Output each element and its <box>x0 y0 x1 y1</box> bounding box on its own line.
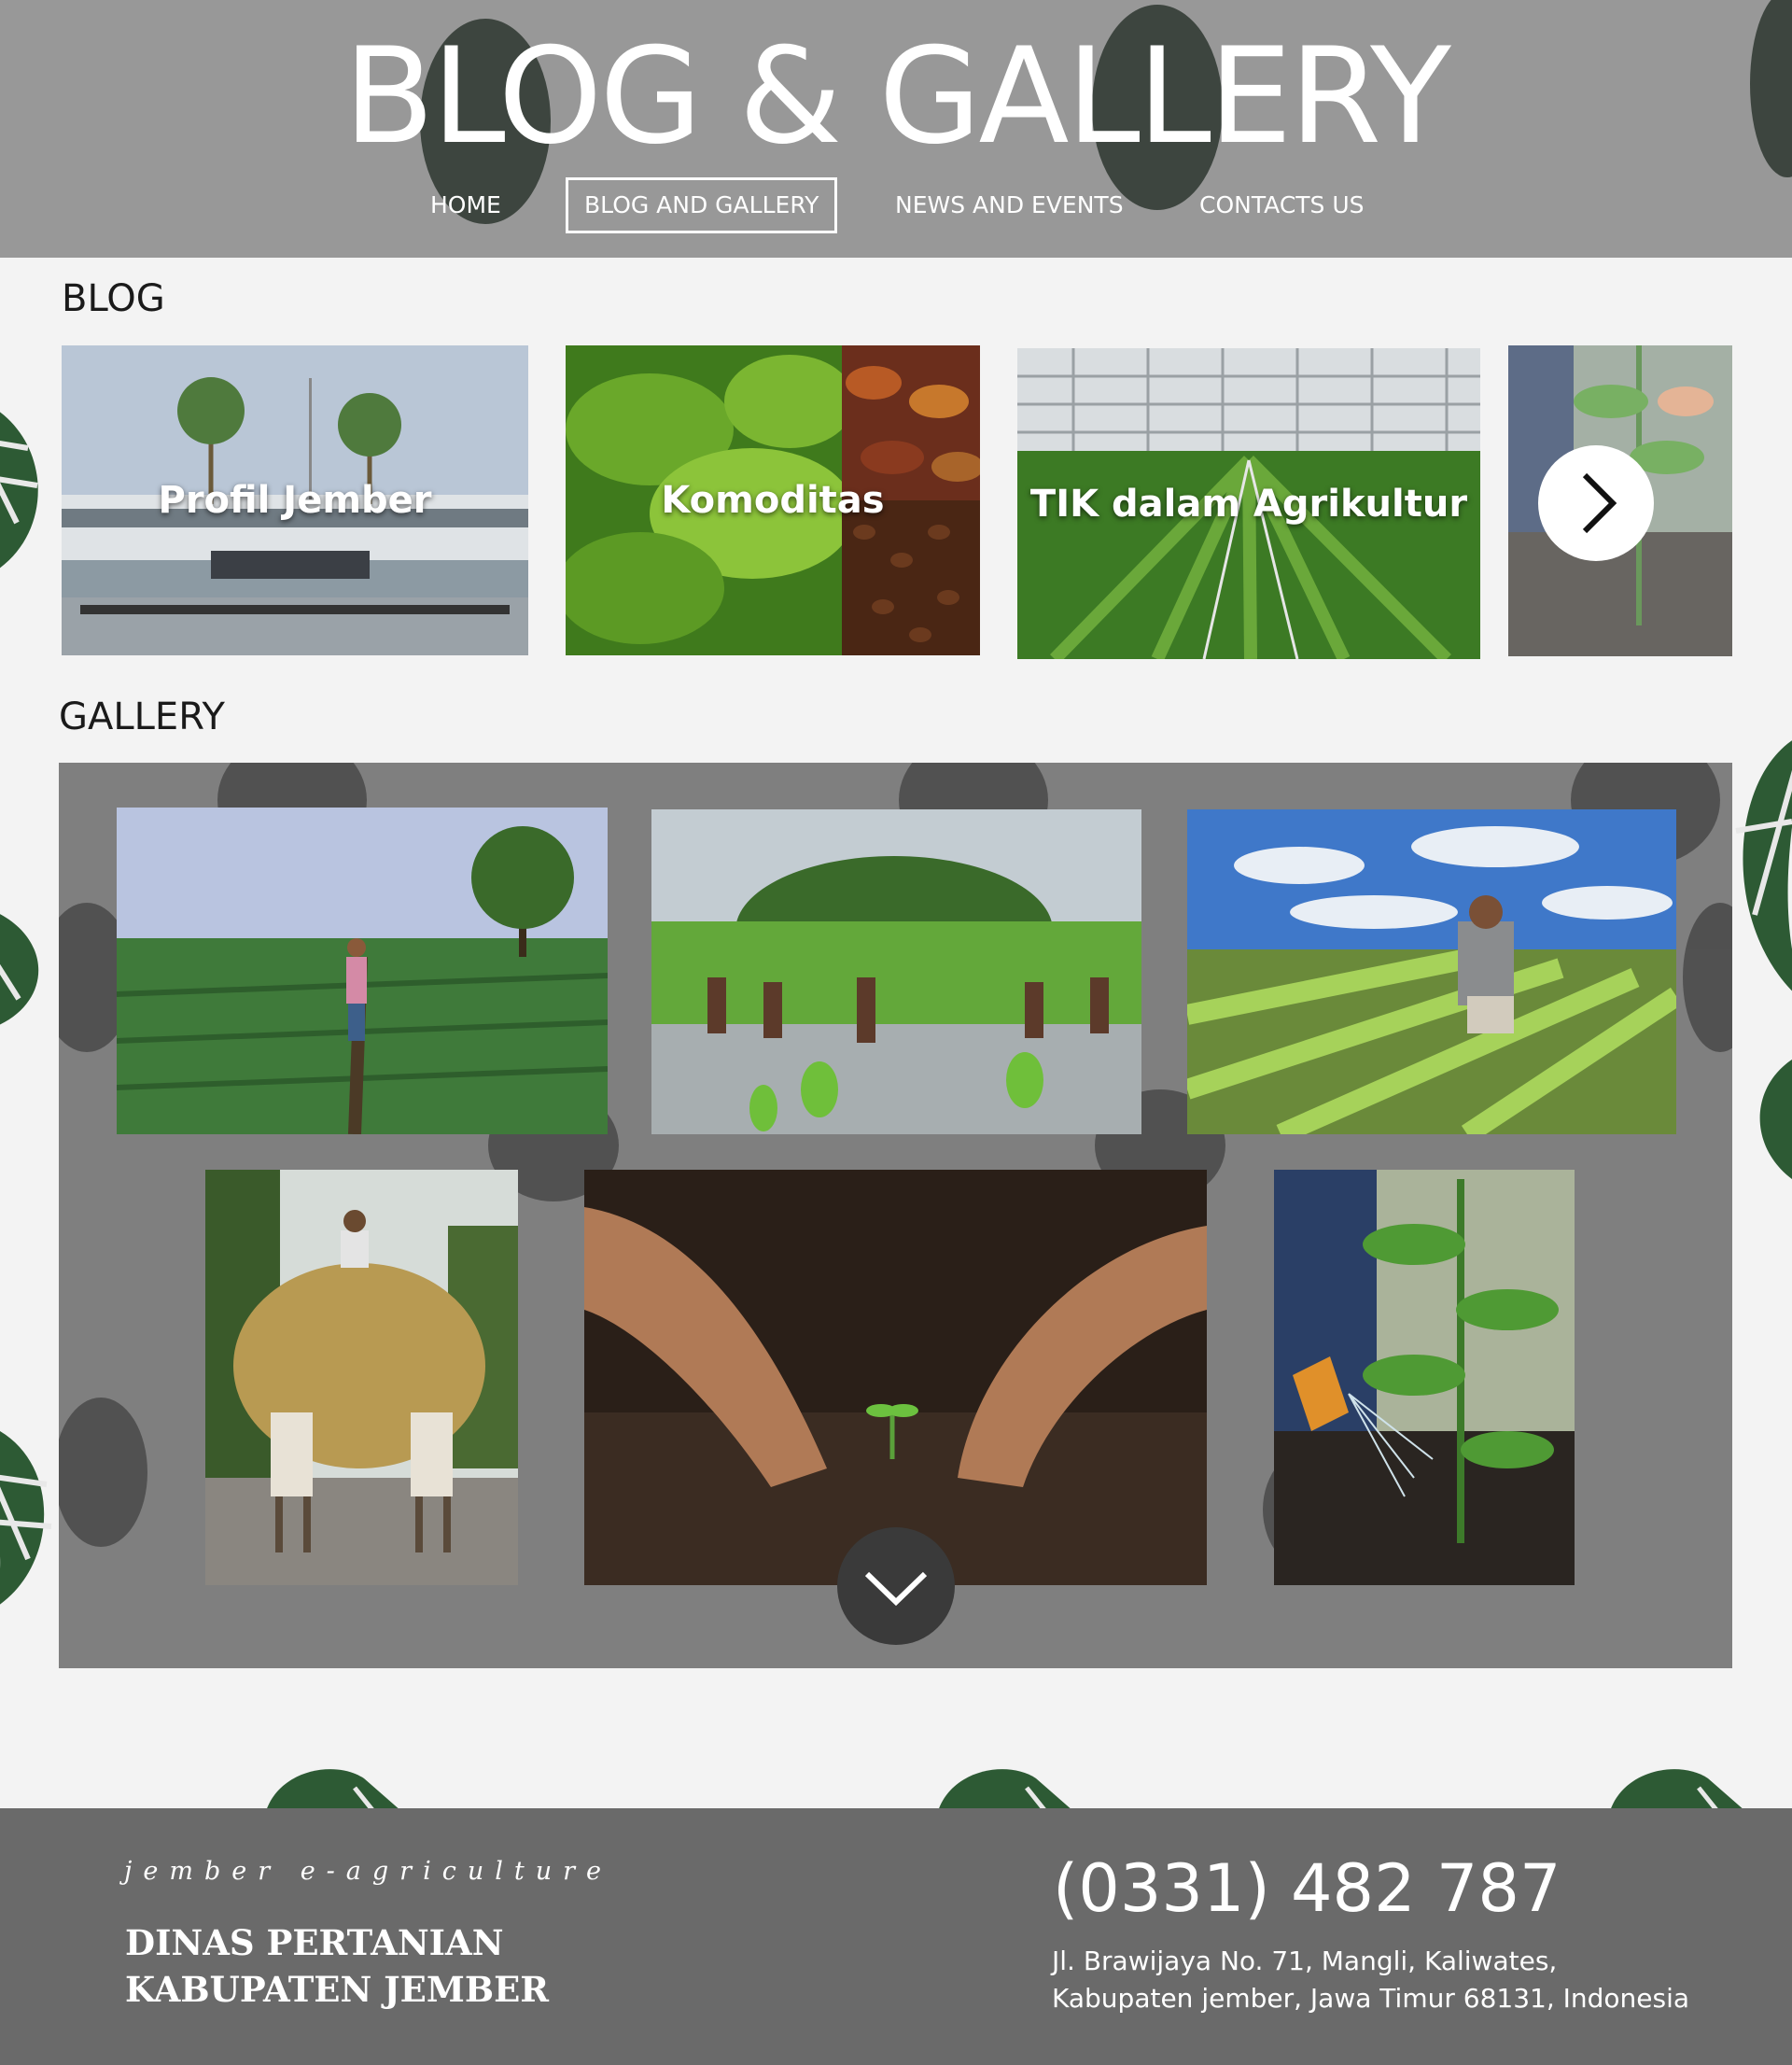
gallery-section-title: GALLERY <box>59 695 225 738</box>
leaf-decoration-bottom-2 <box>933 1760 1083 1811</box>
nav-blog-and-gallery[interactable]: BLOG AND GALLERY <box>566 177 838 233</box>
gallery-image[interactable] <box>1274 1170 1575 1585</box>
blog-card-label: Komoditas <box>661 479 885 522</box>
page-title: BLOG & GALLERY <box>343 20 1451 174</box>
watering-tomato-image <box>1274 1170 1575 1585</box>
nav-home[interactable]: HOME <box>430 177 501 233</box>
blog-card-tik-dalam-agrikultur[interactable]: TIK dalam Agrikultur <box>1017 348 1480 659</box>
blog-next-button[interactable] <box>1538 445 1654 561</box>
blog-card-profil-jember[interactable]: Profil Jember <box>62 345 528 655</box>
nav-news-and-events[interactable]: NEWS AND EVENTS <box>895 177 1124 233</box>
field-walk-image <box>117 808 608 1134</box>
leaf-decoration-right-top <box>1727 728 1792 1008</box>
leaf-decoration-left-bottom <box>0 1410 65 1615</box>
lettuce-farmer-image <box>1187 809 1676 1134</box>
leaf-decoration-left-top <box>0 383 65 588</box>
hands-planting-image <box>584 1170 1207 1585</box>
blog-section-title: BLOG <box>62 277 165 320</box>
site-header: BLOG & GALLERY HOME BLOG AND GALLERY NEW… <box>0 0 1792 258</box>
leaf-decoration-right-bottom <box>1745 1046 1792 1195</box>
blog-card-label: Profil Jember <box>158 479 432 522</box>
gallery-image[interactable] <box>584 1170 1207 1585</box>
rice-paddy-image <box>651 809 1141 1134</box>
footer-org-line1: DINAS PERTANIAN <box>125 1922 504 1963</box>
blog-card-label: TIK dalam Agrikultur <box>1029 482 1468 526</box>
gallery-image[interactable] <box>651 809 1141 1134</box>
leaf-decoration-left-middle <box>0 896 65 1036</box>
nav-contacts-us[interactable]: CONTACTS US <box>1199 177 1365 233</box>
gallery-more-button[interactable] <box>837 1527 955 1645</box>
leaf-decoration-bottom-3 <box>1605 1760 1755 1811</box>
ox-cart-image <box>205 1170 518 1585</box>
gallery-image[interactable] <box>1187 809 1676 1134</box>
footer-address-line1: Jl. Brawijaya No. 71, Mangli, Kaliwates, <box>1052 1946 1558 1976</box>
footer-org-line2: KABUPATEN JEMBER <box>125 1969 550 2010</box>
site-footer: jember e-agriculture DINAS PERTANIAN KAB… <box>0 1808 1792 2065</box>
main-nav: HOME BLOG AND GALLERY NEWS AND EVENTS CO… <box>0 177 1792 233</box>
blog-card-komoditas[interactable]: Komoditas <box>566 345 980 655</box>
chevron-right-icon <box>1582 472 1617 534</box>
footer-tagline: jember e-agriculture <box>124 1857 612 1886</box>
chevron-down-icon <box>864 1571 928 1607</box>
gallery-image[interactable] <box>117 808 608 1134</box>
footer-phone: (0331) 482 787 <box>1053 1850 1561 1927</box>
footer-address-line2: Kabupaten jember, Jawa Timur 68131, Indo… <box>1052 1983 1690 2014</box>
gallery-image[interactable] <box>205 1170 518 1585</box>
leaf-decoration-bottom-1 <box>261 1760 411 1811</box>
